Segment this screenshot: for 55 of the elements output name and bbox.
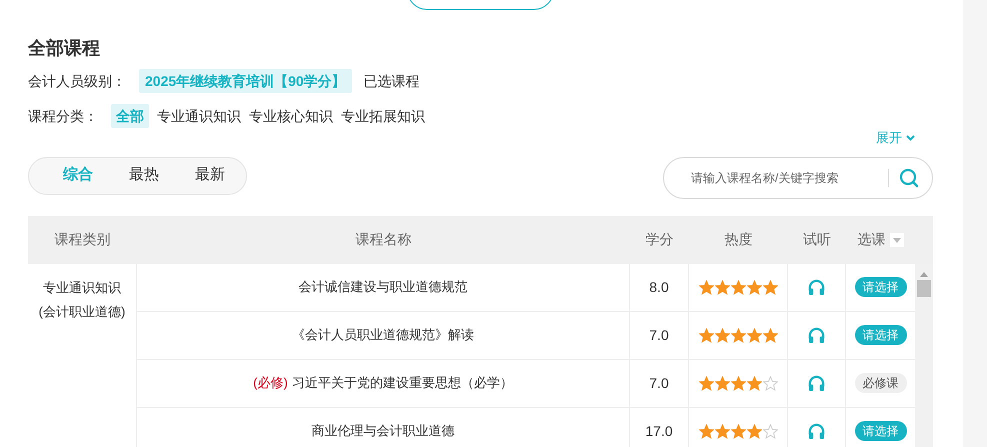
filled-star-icon [714, 280, 730, 294]
filled-star-icon [730, 424, 746, 438]
scrollbar-thumb[interactable] [917, 280, 931, 296]
sort-tab[interactable]: 最热 [115, 160, 173, 190]
credit-value: 7.0 [649, 374, 669, 392]
search-icon[interactable] [899, 168, 919, 188]
filled-star-icon [730, 328, 746, 342]
search-field[interactable]: 请输入课程名称/关键字搜索 [663, 156, 933, 198]
column-header: 热度 [724, 230, 752, 249]
headphones-icon[interactable] [808, 374, 825, 392]
headphones-icon[interactable] [808, 326, 825, 344]
filter-label: 会计人员级别： [28, 72, 126, 90]
filled-star-icon [698, 280, 714, 294]
filled-star-icon [730, 280, 746, 294]
column-header: 课程类别 [54, 230, 110, 249]
filled-star-icon [698, 424, 714, 438]
chevron-down-icon [906, 134, 915, 141]
scrollbar[interactable] [915, 264, 933, 447]
category-label: (会计职业道德) [38, 302, 126, 321]
course-name[interactable]: 《会计人员职业道德规范》解读 [292, 325, 474, 345]
filled-star-icon [730, 376, 746, 390]
headphones-icon[interactable] [808, 278, 825, 296]
column-header: 课程名称 [356, 230, 412, 249]
column-header: 学分 [646, 230, 674, 249]
required-badge: 必修课 [854, 373, 906, 393]
filled-star-icon [762, 328, 778, 342]
filled-star-icon [698, 376, 714, 390]
headphones-icon[interactable] [808, 422, 825, 440]
filled-star-icon [698, 328, 714, 342]
filled-star-icon [746, 424, 762, 438]
filter-option[interactable]: 专业通识知识 [157, 104, 241, 128]
column-header: 试听 [803, 230, 831, 249]
dropdown-icon[interactable] [890, 232, 904, 246]
category-label: 专业通识知识 [43, 278, 121, 296]
filter-option[interactable]: 已选课程 [362, 69, 422, 93]
course-name[interactable]: (必修) 习近平关于党的建设重要思想（必学） [253, 373, 513, 393]
filled-star-icon [762, 280, 778, 294]
filled-star-icon [746, 376, 762, 390]
filled-star-icon [746, 280, 762, 294]
filter-option[interactable]: 专业核心知识 [249, 104, 333, 128]
credit-value: 8.0 [649, 278, 669, 296]
filled-star-icon [714, 328, 730, 342]
filter-label: 课程分类： [28, 106, 98, 126]
filled-star-icon [746, 328, 762, 342]
sort-tab[interactable]: 最新 [181, 160, 239, 190]
credit-value: 17.0 [645, 422, 673, 440]
filled-star-icon [714, 376, 730, 390]
scroll-up-icon[interactable] [920, 270, 928, 276]
course-name[interactable]: 商业伦理与会计职业道德 [312, 421, 454, 441]
credit-value: 7.0 [649, 326, 669, 344]
column-header: 选课 [858, 230, 886, 249]
section-title: 全部课程 [28, 37, 101, 60]
course-name[interactable]: 会计诚信建设与职业道德规范 [298, 277, 468, 297]
filled-star-icon [714, 424, 730, 438]
filter-option[interactable]: 专业拓展知识 [341, 104, 425, 128]
